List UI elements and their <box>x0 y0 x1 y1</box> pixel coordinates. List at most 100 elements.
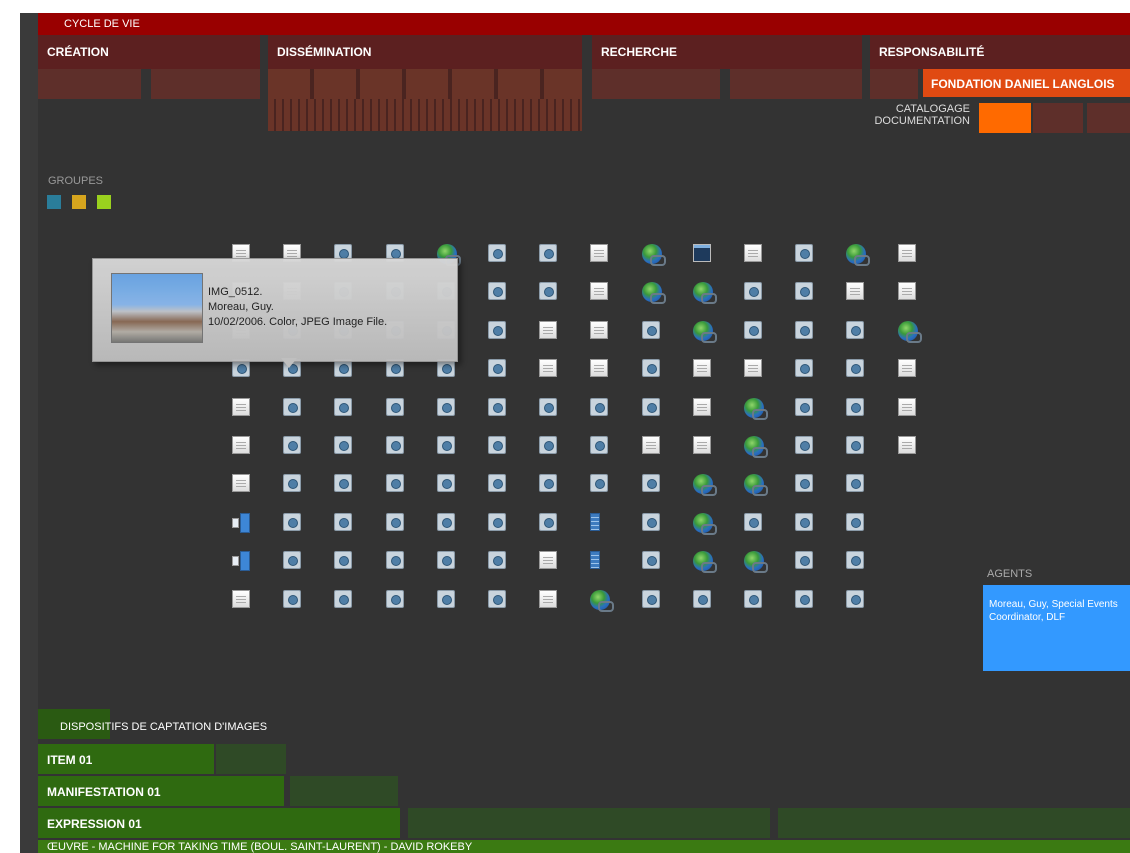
camera-icon[interactable] <box>283 589 302 608</box>
film-icon[interactable] <box>590 551 601 570</box>
item-01[interactable]: ITEM 01 <box>38 744 214 774</box>
category-dissemination[interactable]: DISSÉMINATION <box>268 35 582 69</box>
camera-icon[interactable] <box>795 320 814 339</box>
camera-icon[interactable] <box>795 397 814 416</box>
category-creation[interactable]: CRÉATION <box>38 35 260 69</box>
camera-icon[interactable] <box>385 589 404 608</box>
creation-block[interactable] <box>151 69 260 99</box>
document-icon[interactable] <box>897 397 916 416</box>
dissemination-block[interactable] <box>268 69 582 99</box>
web-link-icon[interactable] <box>590 589 615 612</box>
camera-icon[interactable] <box>744 589 762 608</box>
camera-icon[interactable] <box>846 359 865 378</box>
fondation-daniel-langlois[interactable]: FONDATION DANIEL LANGLOIS <box>923 69 1130 97</box>
camera-icon[interactable] <box>744 320 762 339</box>
camera-icon[interactable] <box>283 397 302 416</box>
expression-01[interactable]: EXPRESSION 01 <box>38 808 400 838</box>
document-icon[interactable] <box>539 551 558 570</box>
web-link-icon[interactable] <box>692 282 717 305</box>
terminal-icon[interactable] <box>692 244 711 262</box>
camera-icon[interactable] <box>488 589 506 608</box>
camera-icon[interactable] <box>488 320 506 339</box>
camera-icon[interactable] <box>334 551 353 570</box>
recherche-block[interactable] <box>730 69 862 99</box>
group-swatch-yellow[interactable] <box>72 195 86 209</box>
web-link-icon[interactable] <box>897 320 922 343</box>
document-icon[interactable] <box>897 359 916 378</box>
camera-icon[interactable] <box>641 320 660 339</box>
web-link-icon[interactable] <box>744 436 768 458</box>
document-icon[interactable] <box>692 436 711 454</box>
camera-icon[interactable] <box>590 436 609 454</box>
category-recherche[interactable]: RECHERCHE <box>592 35 862 69</box>
camera-icon[interactable] <box>846 551 865 570</box>
camera-icon[interactable] <box>539 282 558 301</box>
camera-icon[interactable] <box>385 397 404 416</box>
camera-icon[interactable] <box>795 589 814 608</box>
camera-icon[interactable] <box>436 397 455 416</box>
camera-icon[interactable] <box>795 512 814 531</box>
camera-icon[interactable] <box>488 359 506 378</box>
dissemination-substripes[interactable] <box>268 99 582 131</box>
camera-icon[interactable] <box>846 397 865 416</box>
document-icon[interactable] <box>232 589 250 608</box>
document-icon[interactable] <box>590 282 609 301</box>
document-icon[interactable] <box>539 320 558 339</box>
camera-icon[interactable] <box>846 474 865 493</box>
camera-icon[interactable] <box>539 436 558 454</box>
documentation-block[interactable] <box>1087 103 1130 133</box>
camera-icon[interactable] <box>488 551 506 570</box>
document-icon[interactable] <box>897 282 916 301</box>
document-icon[interactable] <box>897 244 916 262</box>
document-icon[interactable] <box>846 282 865 301</box>
camera-icon[interactable] <box>795 282 814 301</box>
camera-icon[interactable] <box>641 397 660 416</box>
camera-icon[interactable] <box>539 244 558 262</box>
book-icon[interactable] <box>232 551 250 572</box>
web-link-icon[interactable] <box>692 474 717 497</box>
responsabilite-block[interactable] <box>870 69 918 99</box>
camera-icon[interactable] <box>488 512 506 531</box>
document-icon[interactable] <box>232 474 250 493</box>
camera-icon[interactable] <box>488 282 506 301</box>
camera-icon[interactable] <box>436 589 455 608</box>
web-link-icon[interactable] <box>744 474 768 497</box>
expression-block[interactable] <box>778 808 1130 838</box>
manifestation-01[interactable]: MANIFESTATION 01 <box>38 776 284 806</box>
camera-icon[interactable] <box>846 589 865 608</box>
camera-icon[interactable] <box>846 436 865 454</box>
document-icon[interactable] <box>897 436 916 454</box>
catalogage-block[interactable] <box>979 103 1031 133</box>
document-icon[interactable] <box>539 589 558 608</box>
camera-icon[interactable] <box>641 474 660 493</box>
web-link-icon[interactable] <box>744 551 768 574</box>
document-icon[interactable] <box>744 359 762 378</box>
camera-icon[interactable] <box>641 512 660 531</box>
recherche-block[interactable] <box>592 69 720 99</box>
document-icon[interactable] <box>692 397 711 416</box>
camera-icon[interactable] <box>488 397 506 416</box>
camera-icon[interactable] <box>385 436 404 454</box>
camera-icon[interactable] <box>385 551 404 570</box>
group-swatch-green[interactable] <box>97 195 111 209</box>
camera-icon[interactable] <box>590 397 609 416</box>
camera-icon[interactable] <box>334 474 353 493</box>
book-icon[interactable] <box>232 512 250 533</box>
camera-icon[interactable] <box>436 512 455 531</box>
web-link-icon[interactable] <box>692 512 717 535</box>
document-icon[interactable] <box>539 359 558 378</box>
camera-icon[interactable] <box>436 551 455 570</box>
document-icon[interactable] <box>590 244 609 262</box>
documentation-block[interactable] <box>1033 103 1083 133</box>
camera-icon[interactable] <box>488 474 506 493</box>
creation-block[interactable] <box>38 69 141 99</box>
camera-icon[interactable] <box>283 474 302 493</box>
camera-icon[interactable] <box>539 512 558 531</box>
oeuvre-bar[interactable]: ŒUVRE - MACHINE FOR TAKING TIME (BOUL. S… <box>38 840 1130 853</box>
web-link-icon[interactable] <box>692 320 717 343</box>
camera-icon[interactable] <box>795 474 814 493</box>
group-swatch-blue[interactable] <box>47 195 61 209</box>
camera-icon[interactable] <box>795 244 814 262</box>
camera-icon[interactable] <box>744 282 762 301</box>
agent-entry[interactable]: Moreau, Guy, Special Events Coordinator,… <box>983 585 1130 671</box>
